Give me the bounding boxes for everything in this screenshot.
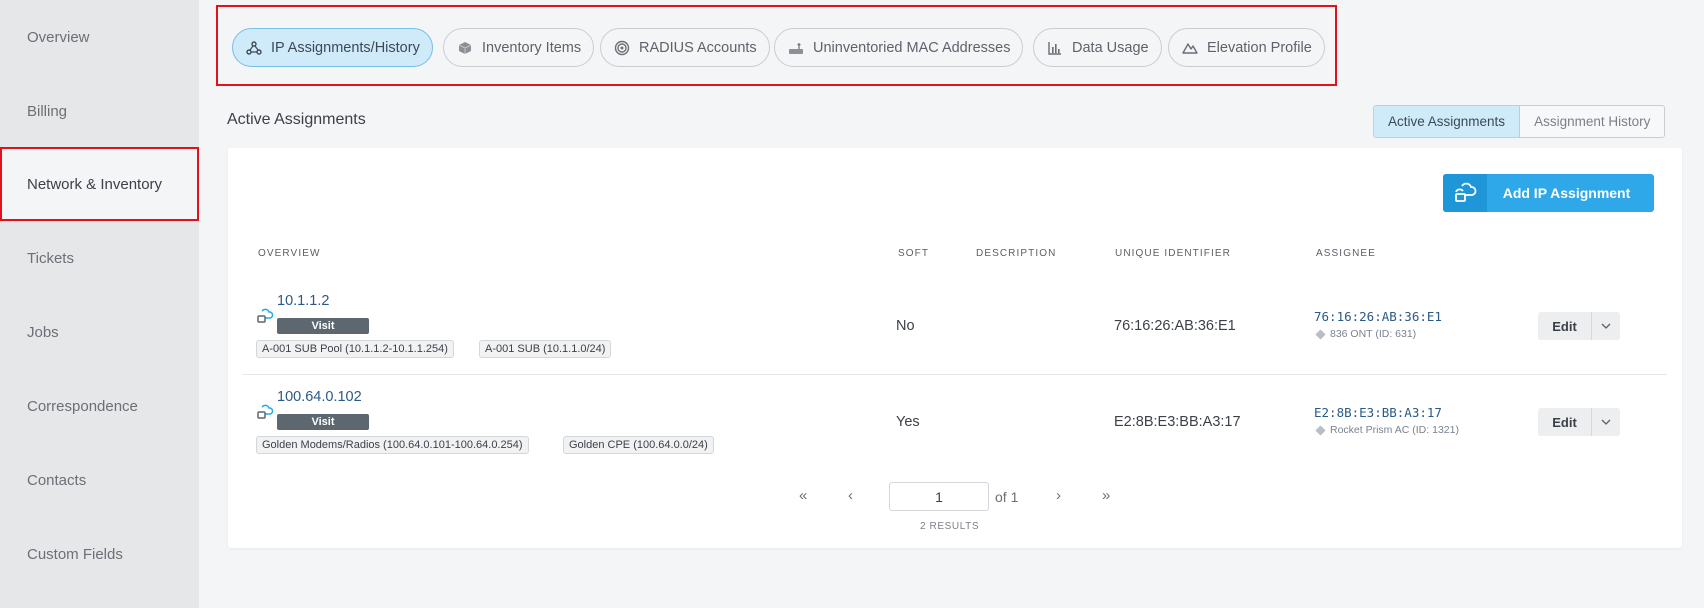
tab-label: RADIUS Accounts	[639, 39, 757, 56]
sidebar-item-contacts[interactable]: Contacts	[0, 443, 199, 517]
page-count: of 1	[995, 489, 1019, 505]
sidebar-item-correspondence[interactable]: Correspondence	[0, 369, 199, 443]
edit-button[interactable]: Edit	[1538, 408, 1591, 436]
next-page-button[interactable]: ›	[1056, 487, 1061, 504]
ip-assignment-icon	[1443, 174, 1487, 212]
column-header-assignee: Assignee	[1316, 248, 1376, 259]
first-page-button[interactable]: «	[799, 487, 807, 504]
section-title: Active Assignments	[227, 111, 366, 128]
soft-value: Yes	[896, 414, 920, 430]
edit-button[interactable]: Edit	[1538, 312, 1591, 340]
last-page-button[interactable]: »	[1102, 487, 1110, 504]
assignee-device[interactable]: Rocket Prism AC (ID: 1321)	[1315, 424, 1459, 436]
add-ip-assignment-button[interactable]: Add IP Assignment	[1443, 174, 1654, 212]
subnet-tag[interactable]: A-001 SUB (10.1.1.0/24)	[479, 340, 612, 358]
column-header-unique-identifier: Unique Identifier	[1115, 248, 1231, 259]
tab-uninventoried-mac[interactable]: Uninventoried MAC Addresses	[774, 28, 1024, 67]
pool-tag[interactable]: A-001 SUB Pool (10.1.1.2-10.1.1.254)	[256, 340, 454, 358]
soft-value: No	[896, 318, 915, 334]
row-divider	[242, 374, 1667, 375]
assignment-view-toggle: Active Assignments Assignment History	[1373, 105, 1666, 138]
radius-icon	[613, 39, 631, 57]
cube-icon	[1315, 424, 1326, 436]
column-header-soft: Soft	[898, 248, 930, 259]
tab-ip-assignments[interactable]: IP Assignments/History	[232, 28, 433, 67]
assignee-device-label: 836 ONT (ID: 631)	[1330, 328, 1417, 340]
ip-assignment-icon	[256, 307, 274, 325]
visit-button[interactable]: Visit	[277, 414, 369, 430]
sidebar-item-jobs[interactable]: Jobs	[0, 295, 199, 369]
results-count: 2 RESULTS	[920, 521, 980, 532]
sidebar-item-custom-fields[interactable]: Custom Fields	[0, 517, 199, 591]
unique-identifier-value: E2:8B:E3:BB:A3:17	[1114, 414, 1241, 430]
add-ip-assignment-label: Add IP Assignment	[1502, 185, 1631, 201]
unique-identifier-value: 76:16:26:AB:36:E1	[1114, 318, 1236, 334]
tab-label: Uninventoried MAC Addresses	[813, 39, 1011, 56]
sidebar-item-overview[interactable]: Overview	[0, 0, 199, 74]
toggle-assignment-history[interactable]: Assignment History	[1520, 106, 1665, 137]
tab-inventory-items[interactable]: Inventory Items	[443, 28, 595, 67]
sidebar-item-tickets[interactable]: Tickets	[0, 221, 199, 295]
tab-elevation-profile[interactable]: Elevation Profile	[1168, 28, 1325, 67]
subnet-tag[interactable]: Golden CPE (100.64.0.0/24)	[563, 436, 714, 454]
assignee-mac-link[interactable]: E2:8B:E3:BB:A3:17	[1314, 405, 1442, 420]
bar-chart-icon	[1046, 39, 1064, 57]
cube-icon	[1315, 328, 1326, 340]
chevron-down-icon[interactable]	[1591, 312, 1620, 340]
sidebar: Overview Billing Network & Inventory Tic…	[0, 0, 199, 608]
ip-address-link[interactable]: 10.1.1.2	[277, 293, 329, 309]
tab-label: Elevation Profile	[1207, 39, 1312, 56]
sidebar-item-billing[interactable]: Billing	[0, 74, 199, 148]
network-icon	[245, 39, 263, 57]
sidebar-item-network-inventory[interactable]: Network & Inventory	[0, 147, 199, 221]
assignee-device[interactable]: 836 ONT (ID: 631)	[1315, 328, 1417, 340]
cube-icon	[456, 39, 474, 57]
tab-data-usage[interactable]: Data Usage	[1033, 28, 1162, 67]
assignee-mac-link[interactable]: 76:16:26:AB:36:E1	[1314, 309, 1442, 324]
mountain-icon	[1181, 39, 1199, 57]
tab-label: Inventory Items	[482, 39, 582, 56]
column-header-overview: Overview	[258, 248, 321, 259]
column-header-description: Description	[976, 248, 1057, 259]
pool-tag[interactable]: Golden Modems/Radios (100.64.0.101-100.6…	[256, 436, 529, 454]
chevron-down-icon[interactable]	[1591, 408, 1620, 436]
tab-label: Data Usage	[1072, 39, 1149, 56]
toggle-active-assignments[interactable]: Active Assignments	[1374, 106, 1521, 137]
router-icon	[787, 39, 805, 57]
page-number-input[interactable]	[889, 482, 989, 511]
tab-label: IP Assignments/History	[271, 39, 420, 56]
visit-button[interactable]: Visit	[277, 318, 369, 334]
ip-assignment-icon	[256, 403, 274, 421]
row-actions: Edit	[1538, 312, 1620, 340]
previous-page-button[interactable]: ‹	[848, 487, 853, 504]
tab-radius-accounts[interactable]: RADIUS Accounts	[600, 28, 770, 67]
assignee-device-label: Rocket Prism AC (ID: 1321)	[1330, 424, 1459, 436]
row-actions: Edit	[1538, 408, 1620, 436]
ip-address-link[interactable]: 100.64.0.102	[277, 389, 362, 405]
